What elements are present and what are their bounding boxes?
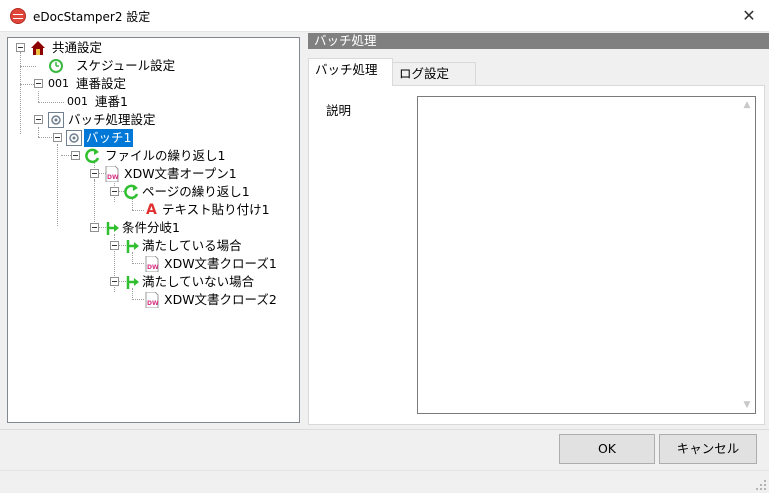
tree-item-label: 条件分岐1 (122, 220, 180, 235)
description-label: 説明 (326, 103, 352, 118)
tree-item-label: 満たしていない場合 (142, 274, 255, 289)
expander-page-loop[interactable] (110, 187, 119, 196)
scroll-down-icon[interactable]: ▼ (741, 399, 753, 411)
window-title: eDocStamper2 設定 (33, 10, 151, 24)
serial-number-icon: 001 (48, 77, 69, 90)
expander-file-loop[interactable] (71, 151, 80, 160)
tree-item-label: 連番1 (95, 94, 128, 109)
branch-arrow-icon (126, 240, 139, 253)
batch-gear-icon (48, 112, 64, 128)
svg-text:DW: DW (147, 264, 159, 271)
title-bar: eDocStamper2 設定 ✕ (0, 0, 769, 32)
batch-gear-icon (66, 130, 82, 146)
resize-grip-icon[interactable] (755, 479, 767, 491)
house-icon (31, 41, 45, 55)
ok-button[interactable]: OK (559, 434, 655, 464)
description-textarea[interactable]: ▲ ▼ (417, 96, 756, 414)
tree-item-label: 共通設定 (52, 40, 103, 55)
scroll-up-icon[interactable]: ▲ (741, 99, 753, 111)
xdw-document-icon: DW (145, 256, 159, 272)
tree-item-label: XDW文書オープン1 (124, 166, 237, 181)
xdw-document-icon: DW (145, 292, 159, 308)
tab-batch-processing[interactable]: バッチ処理 (308, 58, 393, 86)
cancel-button[interactable]: キャンセル (659, 434, 757, 464)
section-header: バッチ処理 (308, 33, 769, 49)
xdw-document-icon: DW (105, 166, 119, 182)
tree-item-label: 満たしている場合 (142, 238, 242, 253)
loop-arrow-icon (85, 148, 100, 164)
expander-not-met[interactable] (110, 277, 119, 286)
loop-arrow-icon (124, 184, 139, 200)
expander-xdw-open[interactable] (90, 169, 99, 178)
divider (0, 429, 769, 430)
tree-item-label: スケジュール設定 (76, 58, 176, 73)
expander-serial[interactable] (34, 79, 43, 88)
svg-text:DW: DW (107, 174, 119, 181)
clock-icon (49, 59, 63, 73)
tree-item-label: XDW文書クローズ1 (164, 256, 277, 271)
settings-tree[interactable]: 共通設定 スケジュール設定 001 連番設定 001 連番1 バッチ処理設定 バ… (7, 37, 300, 423)
tree-item-label: XDW文書クローズ2 (164, 292, 277, 307)
tab-log-settings[interactable]: ログ設定 (392, 62, 476, 86)
svg-text:DW: DW (147, 300, 159, 307)
status-bar (0, 470, 769, 493)
close-button[interactable]: ✕ (737, 4, 761, 28)
tree-item-label: バッチ処理設定 (68, 112, 156, 127)
tree-item-label: 連番設定 (76, 76, 127, 91)
tree-item-label: ページの繰り返し1 (142, 184, 250, 199)
expander-met[interactable] (110, 241, 119, 250)
expander-batch-settings[interactable] (34, 115, 43, 124)
serial-number-icon: 001 (67, 95, 88, 108)
branch-arrow-icon (106, 222, 119, 235)
branch-arrow-icon (126, 276, 139, 289)
tree-item-label: ファイルの繰り返し1 (105, 148, 226, 163)
tree-item-label: バッチ1 (84, 129, 134, 147)
expander-batch1[interactable] (53, 133, 62, 142)
tree-item-label: テキスト貼り付け1 (162, 202, 270, 217)
expander-common[interactable] (16, 43, 25, 52)
app-icon (10, 8, 26, 24)
text-a-icon: A (146, 202, 157, 218)
expander-condition[interactable] (90, 223, 99, 232)
